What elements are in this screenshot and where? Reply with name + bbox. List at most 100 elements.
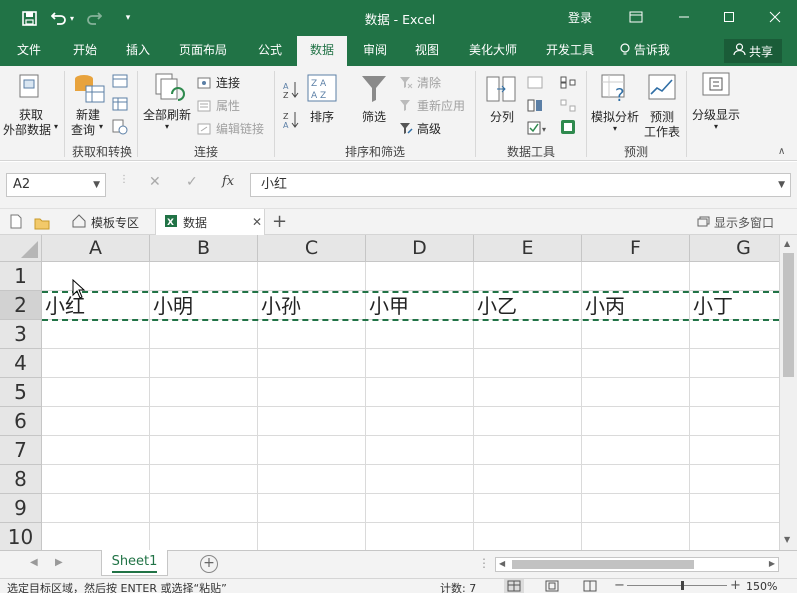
share-button[interactable]: 共享 (724, 39, 782, 63)
recent-sources-icon[interactable] (112, 119, 128, 139)
zoom-out-icon[interactable]: − (614, 579, 625, 593)
row-header-8[interactable]: 8 (0, 465, 42, 494)
worksheet-grid[interactable]: A B C D E F G 1 2 3 4 5 6 7 8 9 10 小红 小明… (0, 235, 779, 550)
zoom-slider-thumb[interactable] (681, 581, 684, 590)
name-box-dropdown-icon[interactable]: ▼ (93, 174, 100, 196)
external-data-dropdown-icon[interactable]: ▾ (54, 122, 58, 131)
tab-workbook[interactable]: X 数据 ✕ (155, 209, 265, 235)
minimize-icon[interactable] (672, 6, 696, 28)
column-header-c[interactable]: C (258, 235, 366, 262)
undo-icon[interactable] (49, 8, 69, 28)
data-model-icon[interactable] (560, 119, 576, 139)
sort-za-icon[interactable]: ZA (283, 110, 299, 134)
forecast-sheet-label2[interactable]: 工作表 (644, 123, 680, 140)
row-header-9[interactable]: 9 (0, 494, 42, 523)
zoom-level[interactable]: 150% (746, 580, 777, 593)
vertical-scrollbar[interactable]: ▲ ▼ (779, 235, 797, 550)
column-header-d[interactable]: D (366, 235, 474, 262)
show-queries-icon[interactable] (112, 73, 128, 92)
consolidate-icon[interactable] (560, 74, 576, 93)
outline-dropdown-icon[interactable]: ▾ (714, 122, 718, 131)
add-tab-icon[interactable]: + (272, 211, 287, 232)
redo-icon[interactable] (84, 8, 104, 28)
tab-template-zone[interactable]: 模板专区 (66, 209, 152, 235)
undo-dropdown-icon[interactable]: ▾ (67, 8, 77, 28)
row-header-5[interactable]: 5 (0, 378, 42, 407)
tab-file[interactable]: 文件 (6, 36, 52, 66)
normal-view-icon[interactable] (504, 579, 524, 593)
open-folder-icon[interactable] (34, 215, 50, 234)
add-sheet-icon[interactable]: + (200, 555, 218, 573)
scroll-left-icon[interactable]: ◀ (499, 559, 505, 568)
tab-formulas[interactable]: 公式 (247, 36, 293, 66)
name-box[interactable]: A2 ▼ (6, 173, 106, 197)
scroll-right-icon[interactable]: ▶ (769, 559, 775, 568)
get-external-data-label2[interactable]: 外部数据 (3, 121, 51, 138)
scroll-up-icon[interactable]: ▲ (784, 239, 790, 248)
zoom-slider-track[interactable] (627, 585, 727, 586)
reapply-button[interactable]: 重新应用 (417, 97, 465, 114)
show-multi-window-button[interactable]: 显示多窗口 (697, 214, 774, 231)
zoom-in-icon[interactable]: + (730, 579, 741, 593)
sort-az-icon[interactable]: AZ (283, 80, 299, 104)
flash-fill-icon[interactable] (527, 74, 543, 93)
remove-duplicates-icon[interactable] (527, 97, 543, 116)
data-validation-icon[interactable]: ▾ (527, 120, 549, 139)
row-header-1[interactable]: 1 (0, 262, 42, 291)
login-link[interactable]: 登录 (568, 9, 592, 26)
restore-icon[interactable] (717, 6, 741, 28)
filter-button[interactable]: 筛选 (362, 108, 386, 125)
tell-me-box[interactable]: 告诉我 (620, 36, 670, 66)
tab-insert[interactable]: 插入 (115, 36, 161, 66)
new-query-dropdown-icon[interactable]: ▾ (99, 122, 103, 131)
column-header-g[interactable]: G (690, 235, 779, 262)
column-header-f[interactable]: F (582, 235, 690, 262)
sheet-tab-sheet1[interactable]: Sheet1 (101, 550, 168, 576)
cancel-icon[interactable]: ✕ (149, 174, 161, 190)
page-layout-view-icon[interactable] (542, 579, 562, 593)
close-icon[interactable] (763, 6, 787, 28)
tab-developer[interactable]: 开发工具 (537, 36, 603, 66)
row-header-2[interactable]: 2 (0, 291, 42, 320)
save-icon[interactable] (19, 8, 39, 28)
select-all-corner[interactable] (0, 235, 42, 262)
relationships-icon[interactable] (560, 97, 576, 116)
from-table-icon[interactable] (112, 96, 128, 115)
tab-review[interactable]: 审阅 (352, 36, 398, 66)
sheet-prev-icon[interactable]: ◀ (30, 557, 38, 568)
refresh-all-button[interactable]: 全部刷新 (143, 106, 191, 123)
new-query-label2[interactable]: 查询 (71, 121, 95, 138)
outline-button[interactable]: 分级显示 (692, 106, 740, 123)
row-header-10[interactable]: 10 (0, 523, 42, 550)
text-to-columns-button[interactable]: 分列 (490, 108, 514, 125)
column-header-b[interactable]: B (150, 235, 258, 262)
advanced-button[interactable]: 高级 (417, 120, 441, 137)
new-document-icon[interactable] (10, 214, 22, 233)
connections-button[interactable]: 连接 (216, 74, 240, 91)
what-if-dropdown-icon[interactable]: ▾ (613, 124, 617, 133)
row-header-4[interactable]: 4 (0, 349, 42, 378)
tab-data[interactable]: 数据 (297, 36, 347, 66)
formula-input[interactable]: 小红 ▼ (250, 173, 791, 197)
expand-formula-bar-icon[interactable]: ▼ (778, 174, 785, 196)
clear-button[interactable]: 清除 (417, 74, 441, 91)
sort-button[interactable]: 排序 (310, 108, 334, 125)
tab-view[interactable]: 视图 (404, 36, 450, 66)
ribbon-display-icon[interactable] (624, 6, 648, 28)
edit-links-button[interactable]: 编辑链接 (216, 120, 264, 137)
row-header-6[interactable]: 6 (0, 407, 42, 436)
tab-page-layout[interactable]: 页面布局 (170, 36, 236, 66)
row-header-7[interactable]: 7 (0, 436, 42, 465)
collapse-ribbon-icon[interactable]: ∧ (778, 146, 785, 157)
refresh-dropdown-icon[interactable]: ▾ (165, 122, 169, 131)
enter-icon[interactable]: ✓ (186, 174, 198, 190)
what-if-button[interactable]: 模拟分析 (591, 108, 639, 125)
vertical-scroll-thumb[interactable] (783, 253, 794, 377)
horizontal-scroll-thumb[interactable] (512, 560, 694, 569)
tab-beautify-master[interactable]: 美化大师 (458, 36, 528, 66)
horizontal-scrollbar[interactable]: ◀ ▶ (495, 557, 779, 572)
customize-qat-icon[interactable]: ▾ (118, 8, 138, 28)
sheet-next-icon[interactable]: ▶ (55, 557, 63, 568)
scroll-down-icon[interactable]: ▼ (784, 535, 790, 544)
row-header-3[interactable]: 3 (0, 320, 42, 349)
